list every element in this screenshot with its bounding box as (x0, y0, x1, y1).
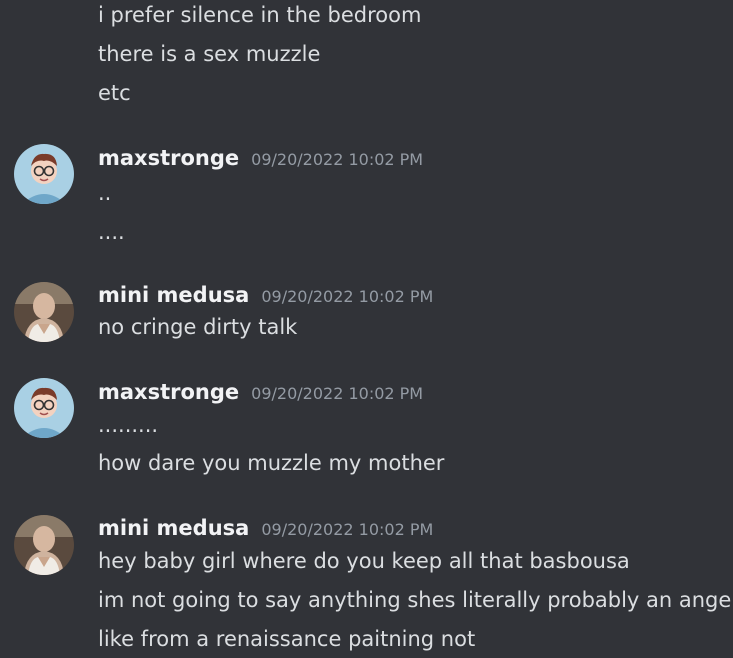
timestamp: 09/20/2022 10:02 PM (261, 520, 434, 539)
username[interactable]: mini medusa (98, 282, 249, 308)
message-header: maxstronge 09/20/2022 10:02 PM (98, 145, 423, 173)
avatar[interactable] (14, 515, 74, 575)
message-text: hey baby girl where do you keep all that… (98, 549, 630, 573)
message-text: ......... (98, 413, 159, 437)
message-text: im not going to say anything shes litera… (98, 588, 733, 612)
username[interactable]: maxstronge (98, 379, 239, 405)
message-text: etc (98, 81, 131, 105)
timestamp: 09/20/2022 10:02 PM (261, 287, 434, 306)
message-text: how dare you muzzle my mother (98, 451, 445, 475)
username[interactable]: maxstronge (98, 145, 239, 171)
message-header: maxstronge 09/20/2022 10:02 PM (98, 379, 423, 407)
message-header: mini medusa 09/20/2022 10:02 PM (98, 515, 433, 543)
message-text: like from a renaissance paitning not (98, 627, 476, 651)
cartoon-avatar-with-glasses (14, 144, 74, 204)
avatar[interactable] (14, 144, 74, 204)
avatar[interactable] (14, 282, 74, 342)
photo-avatar-bald-person (14, 515, 74, 575)
avatar[interactable] (14, 378, 74, 438)
message-text: .. (98, 181, 112, 205)
timestamp: 09/20/2022 10:02 PM (251, 150, 424, 169)
username[interactable]: mini medusa (98, 515, 249, 541)
message-text: no cringe dirty talk (98, 315, 298, 339)
timestamp: 09/20/2022 10:02 PM (251, 384, 424, 403)
message-text: .... (98, 220, 125, 244)
message-text: i prefer silence in the bedroom (98, 3, 422, 27)
message-header: mini medusa 09/20/2022 10:02 PM (98, 282, 433, 310)
photo-avatar-bald-person (14, 282, 74, 342)
cartoon-avatar-with-glasses (14, 378, 74, 438)
message-text: there is a sex muzzle (98, 42, 321, 66)
